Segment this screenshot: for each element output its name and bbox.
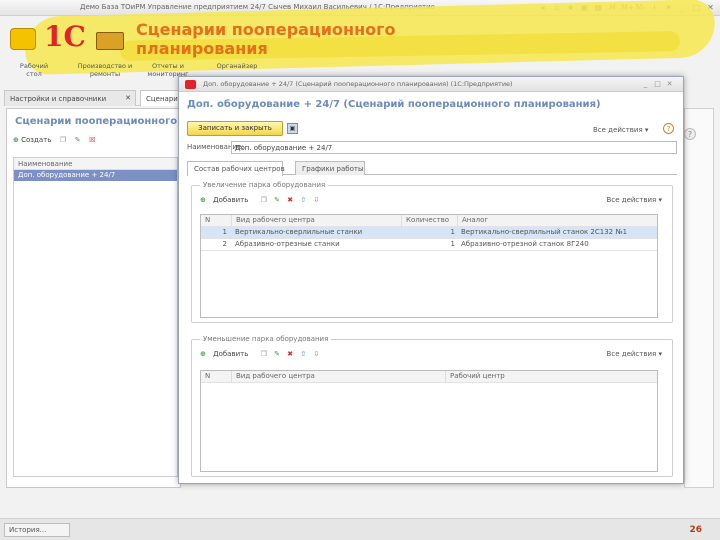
- edit-icon[interactable]: ✎: [274, 350, 280, 358]
- section-desktop[interactable]: Рабочий стол: [14, 62, 54, 78]
- add-button[interactable]: ⊕ Добавить: [200, 350, 253, 358]
- add-label: Добавить: [213, 350, 249, 358]
- table-header: N Вид рабочего центра Рабочий центр: [201, 371, 657, 383]
- cell-n: 1: [222, 228, 227, 236]
- edit-icon[interactable]: ✎: [274, 196, 280, 204]
- all-actions-label: Все действия: [606, 196, 657, 204]
- group-label: Уменьшение парка оборудования: [200, 335, 332, 343]
- history-button[interactable]: История...: [4, 523, 70, 537]
- coins-icon: [10, 28, 36, 50]
- tab-workcenters[interactable]: Состав рабочих центров: [187, 161, 285, 176]
- minimize-icon[interactable]: _: [641, 80, 650, 89]
- modal-titlebar: Доп. оборудование + 24/7 (Сценарий поопе…: [179, 77, 683, 92]
- move-up-icon[interactable]: ⇧: [300, 196, 306, 204]
- slide-title: Сценарии пооперационного планирования: [136, 20, 396, 58]
- tab-schedules[interactable]: Графики работы: [295, 161, 365, 175]
- section-organizer[interactable]: Органайзер: [208, 62, 266, 70]
- page-number: 26: [689, 525, 702, 535]
- column-header-qty[interactable]: Количество: [401, 215, 457, 226]
- column-header-type[interactable]: Вид рабочего центра: [231, 371, 441, 382]
- save-and-close-button[interactable]: Записать и закрыть: [187, 121, 283, 136]
- box-icon: [96, 32, 124, 50]
- column-header-n[interactable]: N: [205, 371, 227, 382]
- all-actions-label: Все действия: [606, 350, 657, 358]
- onec-logo-text: 1С: [44, 20, 86, 53]
- list-form-title: Сценарии пооперационного: [15, 116, 178, 127]
- table-header: N Вид рабочего центра Количество Аналог: [201, 215, 657, 227]
- move-up-icon[interactable]: ⇧: [300, 350, 306, 358]
- group-all-actions-menu[interactable]: Все действия ▾: [607, 350, 662, 358]
- app-logo: 1С: [6, 18, 126, 58]
- add-button[interactable]: ⊕ Добавить: [200, 196, 253, 204]
- tab-settings-directories[interactable]: Настройки и справочники ✕: [4, 90, 136, 106]
- save-icon[interactable]: ▣: [287, 123, 298, 134]
- decrease-table: N Вид рабочего центра Рабочий центр: [200, 370, 658, 472]
- increase-toolbar: ⊕ Добавить ❐ ✎ ✖ ⇧ ⇩: [200, 196, 324, 204]
- increase-equipment-group: Увеличение парка оборудования ⊕ Добавить…: [191, 181, 673, 323]
- cell-qty: 1: [450, 240, 455, 248]
- table-row[interactable]: 1 Вертикально-сверлильные станки 1 Верти…: [201, 227, 657, 239]
- name-field[interactable]: Доп. оборудование + 24/7: [231, 141, 677, 154]
- group-all-actions-menu[interactable]: Все действия ▾: [607, 196, 662, 204]
- all-actions-menu[interactable]: Все действия ▾: [593, 126, 648, 134]
- decrease-equipment-group: Уменьшение парка оборудования ⊕ Добавить…: [191, 335, 673, 477]
- scenarios-table: Наименование Доп. оборудование + 24/7: [13, 157, 178, 477]
- move-down-icon[interactable]: ⇩: [313, 350, 319, 358]
- plus-icon: ⊕: [200, 196, 206, 204]
- all-actions-label: Все действия: [593, 126, 643, 134]
- cell-n: 2: [222, 240, 227, 248]
- tab-close-icon[interactable]: ✕: [125, 94, 131, 102]
- tab-scenarios[interactable]: Сценари: [140, 90, 180, 106]
- form-tabs: Состав рабочих центров Графики работы: [187, 161, 677, 176]
- copy-icon[interactable]: ❐: [261, 350, 267, 358]
- tab-label: Настройки и справочники: [10, 95, 107, 103]
- delete-icon[interactable]: ✖: [287, 196, 293, 204]
- column-header-analog[interactable]: Аналог: [457, 215, 657, 226]
- maximize-icon[interactable]: □: [653, 80, 662, 89]
- status-bar: История... 26: [0, 518, 720, 540]
- table-row[interactable]: 2 Абразивно-отрезные станки 1 Абразивно-…: [201, 239, 657, 251]
- background-form-edge: [684, 108, 714, 488]
- open-tabs-bar: Настройки и справочники ✕ Сценари: [4, 90, 180, 106]
- tab-label: Сценари: [146, 95, 178, 103]
- group-label: Увеличение парка оборудования: [200, 181, 329, 189]
- create-label: Создать: [21, 135, 52, 144]
- plus-icon: ⊕: [200, 350, 206, 358]
- help-icon-background[interactable]: ?: [684, 128, 696, 140]
- copy-icon[interactable]: ❐: [261, 196, 267, 204]
- modal-window-title: Доп. оборудование + 24/7 (Сценарий поопе…: [203, 80, 513, 88]
- column-header-name[interactable]: Наименование: [14, 158, 177, 170]
- list-item-label: Доп. оборудование + 24/7: [18, 171, 116, 179]
- delete-icon[interactable]: ✖: [287, 350, 293, 358]
- form-heading: Доп. оборудование + 24/7 (Сценарий поопе…: [187, 99, 601, 110]
- column-header-workcenter[interactable]: Рабочий центр: [445, 371, 657, 382]
- cell-analog: Абразивно-отрезной станок 8Г240: [461, 240, 589, 248]
- column-header-n[interactable]: N: [205, 215, 227, 226]
- cell-qty: 1: [450, 228, 455, 236]
- column-header-type[interactable]: Вид рабочего центра: [231, 215, 401, 226]
- copy-icon[interactable]: ❐: [60, 136, 66, 144]
- plus-icon: ⊕: [13, 135, 19, 144]
- cell-type: Вертикально-сверлильные станки: [235, 228, 363, 236]
- section-production[interactable]: Производство и ремонты: [74, 62, 136, 78]
- decrease-toolbar: ⊕ Добавить ❐ ✎ ✖ ⇧ ⇩: [200, 350, 324, 358]
- move-down-icon[interactable]: ⇩: [313, 196, 319, 204]
- close-icon[interactable]: ✕: [665, 80, 674, 89]
- increase-table: N Вид рабочего центра Количество Аналог …: [200, 214, 658, 318]
- cell-analog: Вертикально-сверлильный станок 2С132 №1: [461, 228, 628, 236]
- edit-icon[interactable]: ✎: [75, 136, 81, 144]
- onec-app-icon: [185, 80, 196, 89]
- help-icon[interactable]: ?: [663, 123, 674, 134]
- add-label: Добавить: [213, 196, 249, 204]
- list-item[interactable]: Доп. оборудование + 24/7: [14, 170, 177, 181]
- list-toolbar: ⊕ Создать ❐ ✎ ☒: [13, 135, 173, 149]
- scenario-edit-window: Доп. оборудование + 24/7 (Сценарий поопе…: [178, 76, 684, 484]
- create-button[interactable]: ⊕ Создать: [13, 136, 51, 144]
- delete-icon[interactable]: ☒: [89, 136, 95, 144]
- cell-type: Абразивно-отрезные станки: [235, 240, 340, 248]
- scenarios-list-form: Сценарии пооперационного ⊕ Создать ❐ ✎ ☒…: [6, 108, 181, 488]
